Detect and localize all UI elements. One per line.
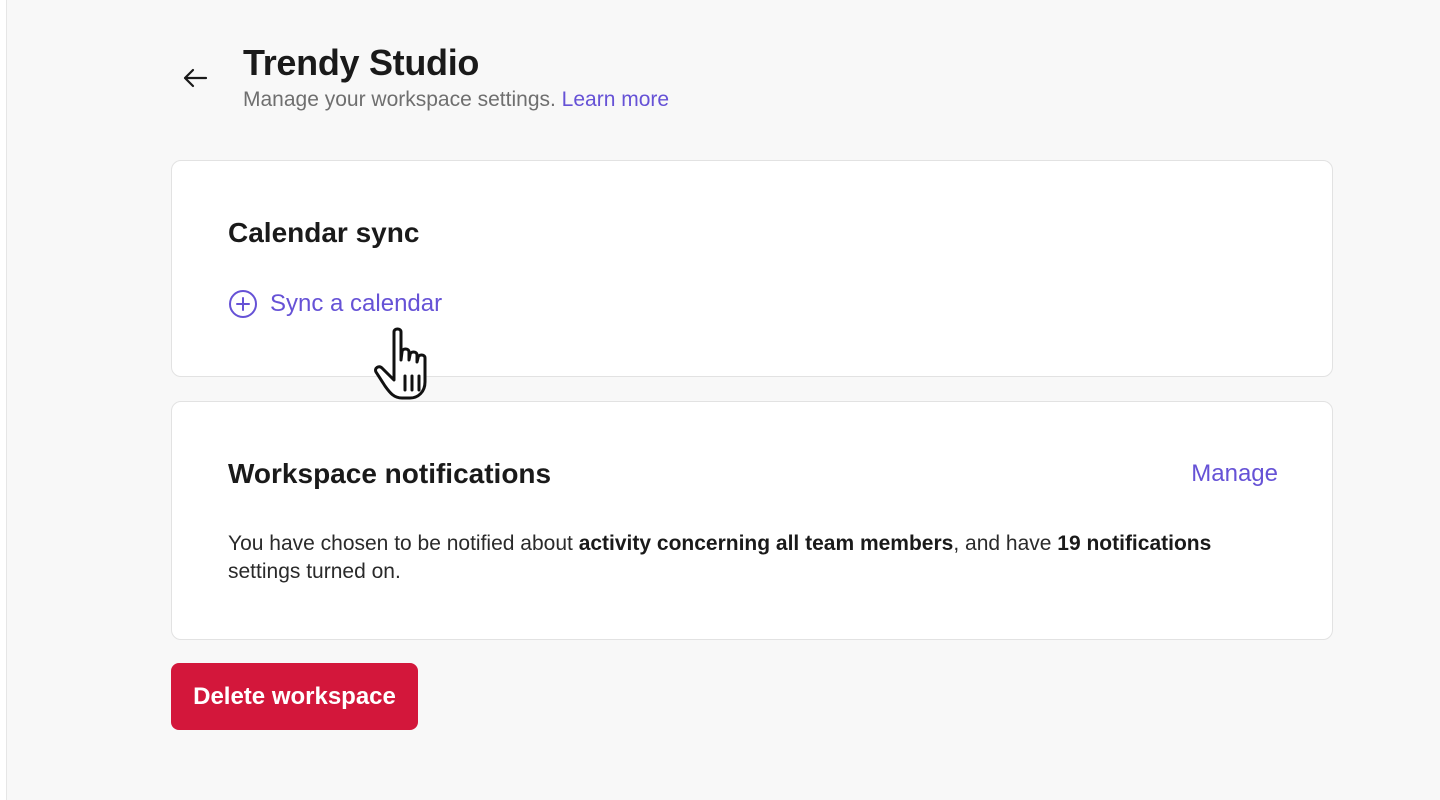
page-subtitle: Manage your workspace settings. Learn mo… [243,88,669,112]
back-button[interactable] [175,60,215,96]
notifications-heading: Workspace notifications [228,458,552,489]
manage-notifications-link[interactable]: Manage [1191,460,1278,488]
calendar-sync-heading: Calendar sync [228,217,420,248]
sync-calendar-label: Sync a calendar [270,290,443,317]
summary-text-2: , and have [953,532,1058,555]
subtitle-text: Manage your workspace settings. [243,88,556,111]
summary-text-3: settings turned on. [228,560,401,583]
sync-calendar-button[interactable]: Sync a calendar [228,289,442,319]
settings-page: Trendy Studio Manage your workspace sett… [6,0,1440,800]
summary-text-1: You have chosen to be notified about [228,532,579,555]
arrow-left-icon [183,68,208,88]
workspace-notifications-card: Workspace notifications Manage You have … [171,401,1333,640]
summary-bold-activity: activity concerning all team members [578,532,954,555]
delete-workspace-button[interactable]: Delete workspace [171,663,418,730]
calendar-sync-card: Calendar sync Sync a calendar [171,160,1333,377]
summary-bold-count: 19 notifications [1057,532,1212,555]
page-title: Trendy Studio [243,42,480,83]
plus-circle-icon [229,290,257,318]
learn-more-link[interactable]: Learn more [562,88,669,111]
notifications-summary: You have chosen to be notified about act… [228,530,1288,586]
